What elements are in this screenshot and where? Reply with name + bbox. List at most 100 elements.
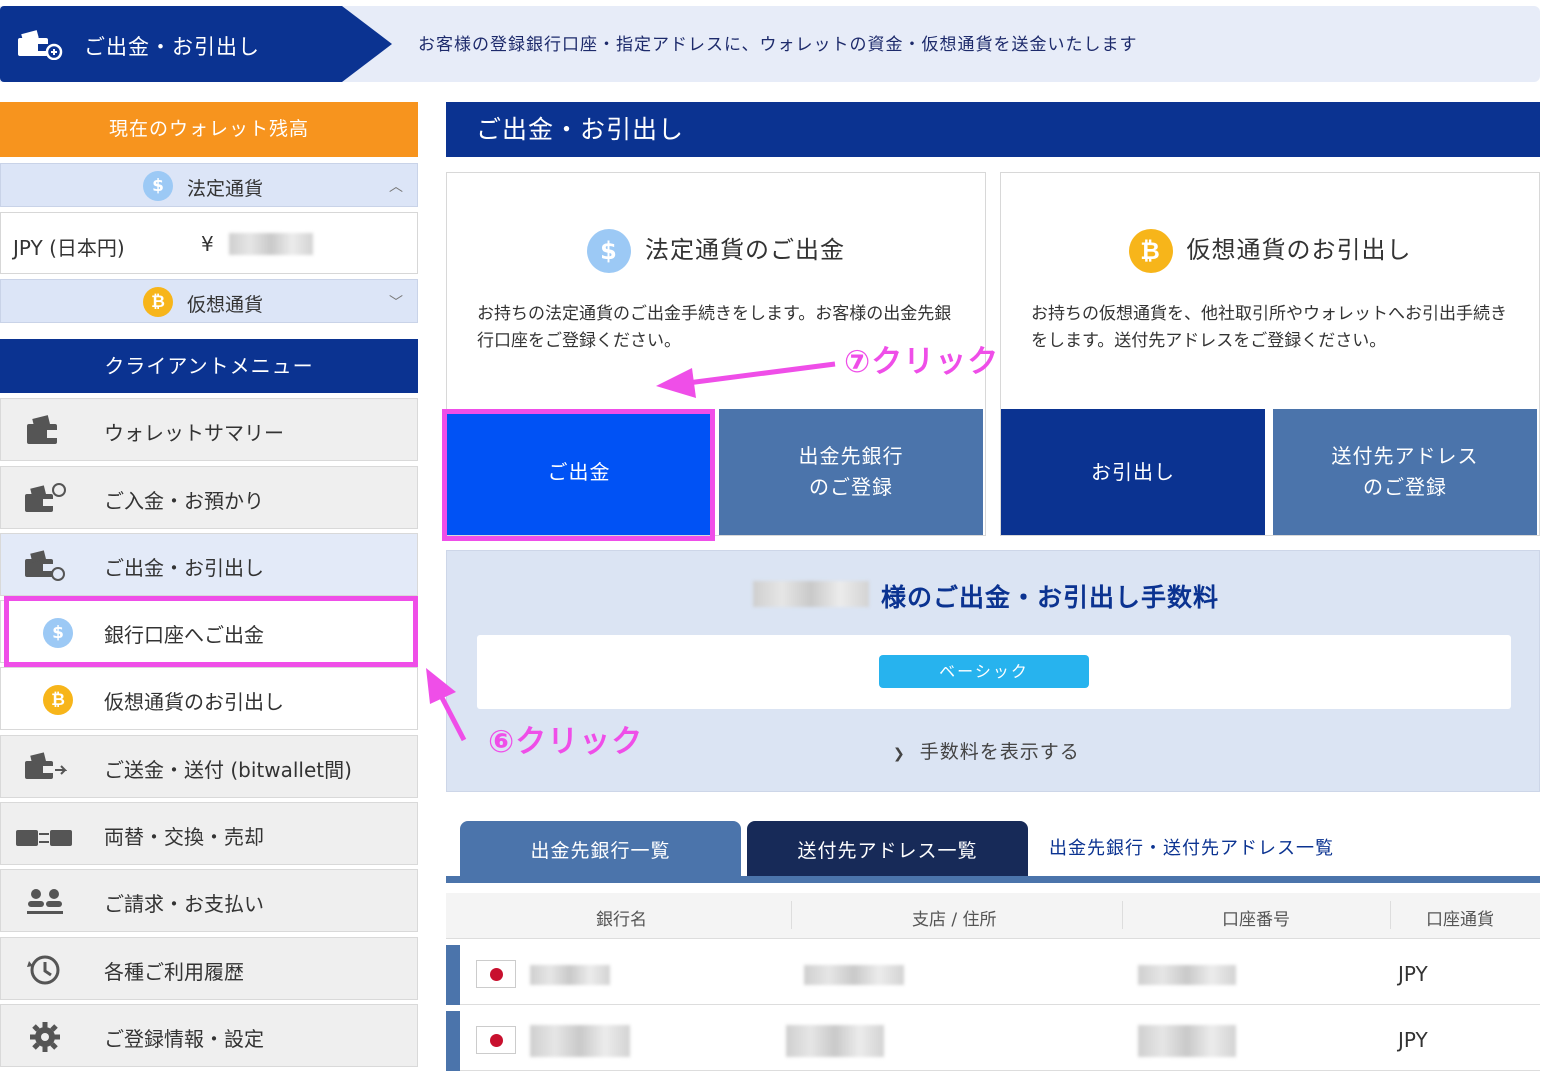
register-bank-label-2: のご登録	[809, 475, 893, 499]
fiat-card-title: $ 法定通貨のご出金	[447, 229, 985, 273]
crypto-withdraw-button-label: お引出し	[1091, 459, 1175, 484]
balance-redacted	[229, 233, 313, 255]
menu-item-transfer[interactable]: ご送金・送付 (bitwallet間)	[0, 735, 418, 798]
annotation-arrow-6	[426, 668, 467, 742]
col-divider	[1122, 901, 1123, 929]
menu-item-withdraw[interactable]: ご出金・お引出し	[0, 533, 418, 596]
wallet-withdraw-icon	[18, 30, 63, 60]
register-address-button[interactable]: 送付先アドレス のご登録	[1273, 409, 1537, 535]
menu-item-label: ご送金・送付 (bitwallet間)	[104, 758, 352, 782]
bank-name-redacted	[530, 965, 610, 985]
menu-item-label: 仮想通貨のお引出し	[104, 690, 284, 714]
row-stripe	[446, 1011, 460, 1071]
exchange-icon	[16, 830, 72, 846]
crypto-withdraw-button[interactable]: お引出し	[1001, 409, 1265, 535]
bitcoin-coin-icon: ₿	[143, 287, 173, 317]
plan-badge: ベーシック	[879, 655, 1089, 688]
fee-plan-box: ベーシック	[477, 635, 1511, 709]
menu-item-label: ウォレットサマリー	[104, 421, 284, 445]
register-bank-button[interactable]: 出金先銀行 のご登録	[719, 409, 983, 535]
menu-item-wallet-summary[interactable]: ウォレットサマリー	[0, 398, 418, 461]
japan-flag-icon	[476, 960, 516, 988]
header-title: ご出金・お引出し	[84, 35, 260, 59]
dollar-coin-icon: $	[143, 171, 173, 201]
menu-item-label: ご登録情報・設定	[104, 1027, 264, 1051]
branch-redacted	[804, 965, 904, 985]
account-number-redacted	[1138, 965, 1236, 985]
menu-item-history[interactable]: 各種ご利用履歴	[0, 937, 418, 1000]
row-stripe	[446, 945, 460, 1005]
menu-item-label: ご出金・お引出し	[104, 556, 264, 580]
fiat-card-title-text: 法定通貨のご出金	[645, 236, 845, 264]
balance-heading: 現在のウォレット残高	[0, 102, 418, 157]
jpy-balance-row: JPY (日本円) ¥	[0, 212, 418, 274]
bitcoin-coin-icon: ₿	[43, 685, 73, 715]
history-icon	[27, 955, 60, 985]
header-tab: ご出金・お引出し	[0, 6, 392, 82]
combined-list-link[interactable]: 出金先銀行・送付先アドレス一覧	[1049, 834, 1334, 860]
chevron-down-icon: ❯	[893, 746, 906, 762]
col-branch: 支店 / 住所	[912, 910, 997, 930]
chevron-up-icon: ︿	[389, 179, 403, 195]
branch-redacted	[786, 1025, 884, 1057]
dollar-coin-icon: $	[587, 229, 631, 273]
menu-item-deposit[interactable]: ご入金・お預かり	[0, 466, 418, 529]
show-fees-toggle[interactable]: ❯ 手数料を表示する	[893, 737, 1080, 764]
fee-title: 様のご出金・お引出し手数料	[881, 583, 1220, 612]
tab-bank-list[interactable]: 出金先銀行一覧	[460, 821, 741, 878]
crypto-card-title: ₿ 仮想通貨のお引出し	[1001, 229, 1539, 273]
table-row[interactable]: JPY	[446, 945, 1540, 1005]
menu-item-billing[interactable]: ご請求・お支払い	[0, 869, 418, 932]
wallet-transfer-icon	[25, 752, 67, 779]
tab-underline	[446, 876, 1540, 883]
gear-icon	[30, 1022, 60, 1052]
japan-flag-icon	[476, 1026, 516, 1054]
col-divider	[1390, 901, 1391, 929]
chevron-down-icon: ﹀	[389, 295, 403, 311]
crypto-card-title-text: 仮想通貨のお引出し	[1186, 236, 1412, 264]
register-address-label-1: 送付先アドレス	[1331, 444, 1479, 468]
col-divider	[791, 901, 792, 929]
wallet-withdraw-icon	[25, 550, 65, 581]
col-bank-name: 銀行名	[596, 910, 647, 930]
main-heading: ご出金・お引出し	[446, 102, 1540, 157]
header-description: お客様の登録銀行口座・指定アドレスに、ウォレットの資金・仮想通貨を送金いたします	[418, 35, 1138, 55]
menu-item-label: 各種ご利用履歴	[104, 960, 244, 984]
menu-item-label: ご請求・お支払い	[104, 892, 264, 916]
show-fees-label: 手数料を表示する	[919, 741, 1080, 763]
menu-item-exchange[interactable]: 両替・交換・売却	[0, 802, 418, 865]
table-row[interactable]: JPY	[446, 1011, 1540, 1071]
menu-item-label: ご入金・お預かり	[104, 489, 264, 513]
menu-item-settings[interactable]: ご登録情報・設定	[0, 1004, 418, 1067]
annotation-step6: ⑥クリック	[488, 724, 644, 760]
client-menu-heading: クライアントメニュー	[0, 339, 418, 393]
register-address-label-2: のご登録	[1363, 475, 1447, 499]
crypto-currency-toggle[interactable]: ₿ 仮想通貨 ﹀	[0, 279, 418, 323]
highlight-bank-withdraw	[4, 596, 418, 667]
bank-name-redacted	[530, 1025, 630, 1057]
menu-item-label: 両替・交換・売却	[104, 825, 264, 849]
register-bank-label-1: 出金先銀行	[798, 444, 904, 468]
bitcoin-coin-icon: ₿	[1128, 229, 1173, 273]
highlight-withdraw-button	[442, 409, 715, 541]
crypto-label: 仮想通貨	[187, 294, 264, 316]
account-number-redacted	[1138, 1025, 1236, 1057]
wallet-icon	[27, 415, 59, 444]
table-header: 銀行名 支店 / 住所 口座番号 口座通貨	[446, 893, 1540, 939]
row-currency: JPY	[1398, 962, 1428, 986]
crypto-card-description: お持ちの仮想通貨を、他社取引所やウォレットへお引出手続きをします。送付先アドレス…	[1031, 304, 1507, 351]
col-currency: 口座通貨	[1426, 910, 1494, 930]
jpy-label: JPY (日本円)	[13, 236, 125, 260]
col-account-number: 口座番号	[1222, 910, 1290, 930]
account-name-redacted	[753, 581, 869, 607]
menu-item-crypto-withdraw[interactable]: ₿ 仮想通貨のお引出し	[0, 667, 418, 730]
annotation-arrow-7	[656, 361, 836, 398]
wallet-deposit-icon	[25, 483, 66, 512]
fiat-currency-toggle[interactable]: $ 法定通貨 ︿	[0, 163, 418, 207]
row-currency: JPY	[1398, 1028, 1428, 1052]
tab-address-list[interactable]: 送付先アドレス一覧	[747, 821, 1028, 878]
users-icon	[27, 889, 63, 914]
bank-table: 銀行名 支店 / 住所 口座番号 口座通貨 JPY JPY	[446, 893, 1540, 1071]
yen-symbol: ¥	[201, 232, 214, 256]
fiat-label: 法定通貨	[187, 178, 264, 200]
